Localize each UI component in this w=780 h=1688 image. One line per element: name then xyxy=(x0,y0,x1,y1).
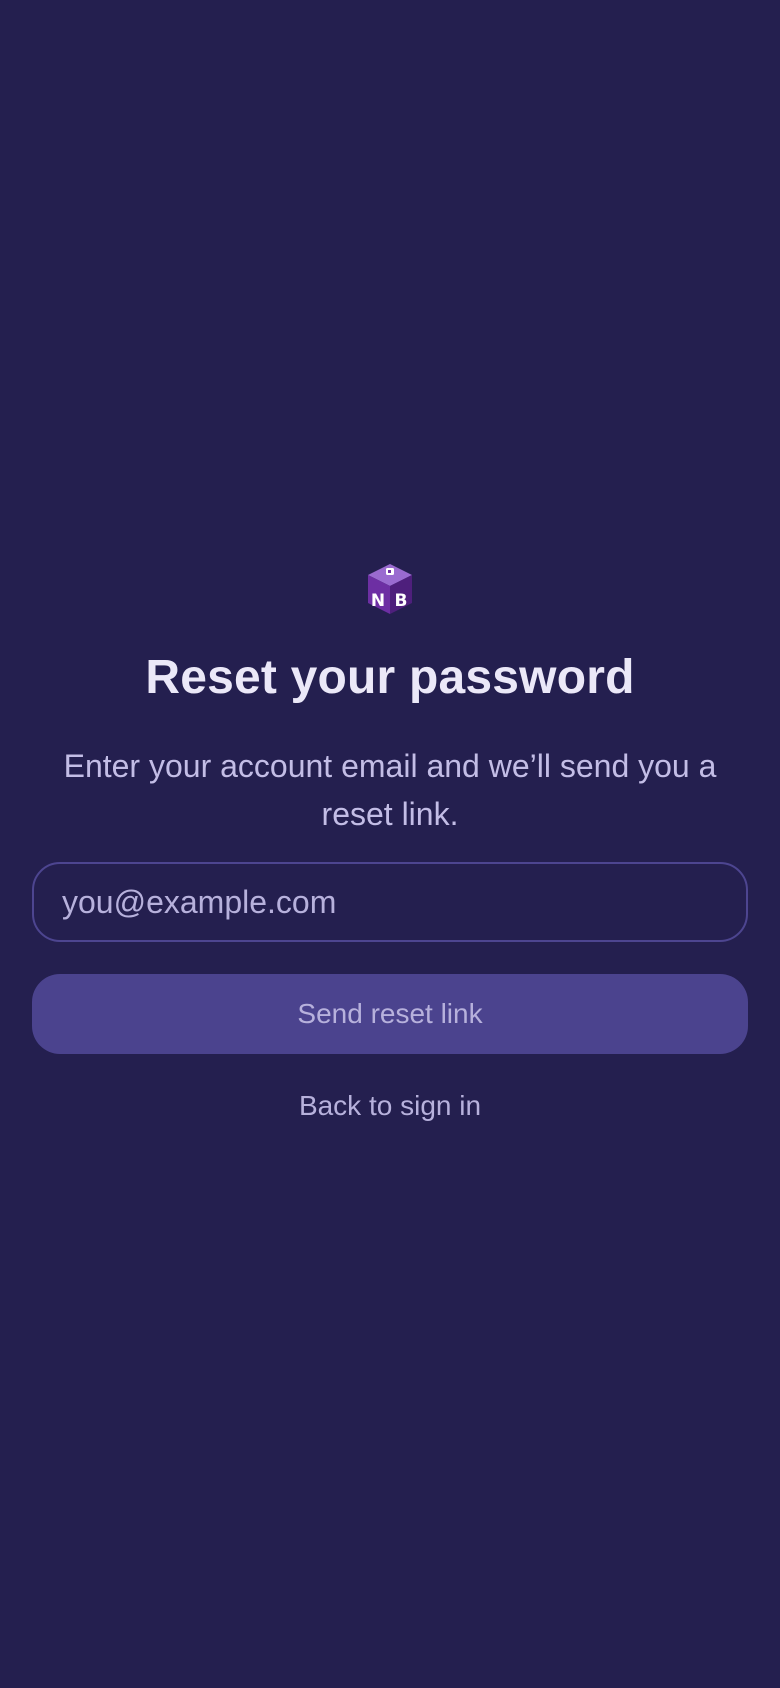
page-subtitle: Enter your account email and we’ll send … xyxy=(63,748,717,832)
reset-password-screen: N B Reset your password Enter your accou… xyxy=(0,0,780,1688)
app-logo: N B xyxy=(364,562,416,616)
send-reset-link-button[interactable]: Send reset link xyxy=(32,974,748,1054)
back-to-sign-in-link[interactable]: Back to sign in xyxy=(299,1090,481,1121)
svg-text:N: N xyxy=(371,591,385,611)
email-field[interactable] xyxy=(32,862,748,942)
page-title: Reset your password xyxy=(145,651,635,704)
svg-text:B: B xyxy=(395,591,408,611)
nb-cube-logo-icon: N B xyxy=(368,564,412,614)
back-to-sign-in-link-row: Back to sign in xyxy=(0,1086,780,1126)
